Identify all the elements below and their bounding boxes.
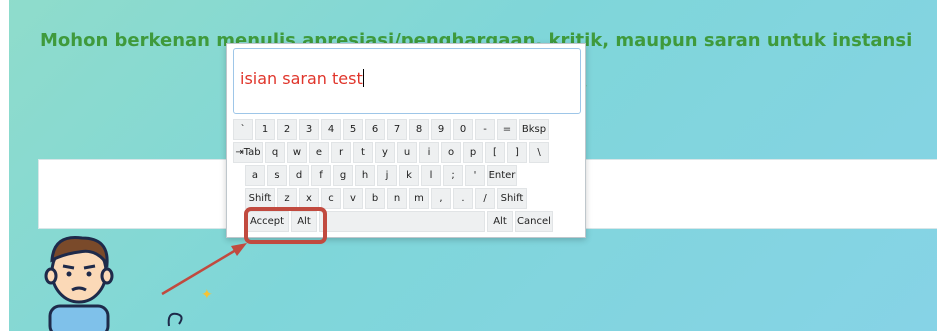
form-page: Mohon berkenan menulis apresiasi/penghar… bbox=[0, 0, 937, 331]
annotation-arrow bbox=[161, 243, 247, 296]
